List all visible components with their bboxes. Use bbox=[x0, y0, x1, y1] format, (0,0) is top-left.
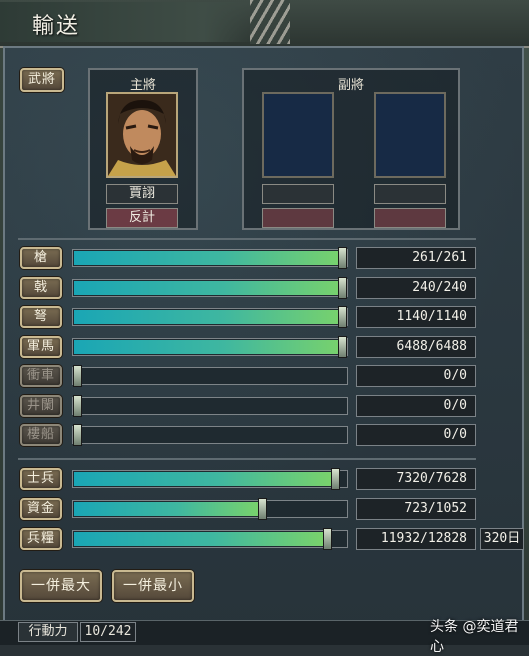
select-general-button[interactable]: 武將 bbox=[20, 68, 64, 92]
divider-mid bbox=[18, 458, 476, 460]
unit-slider-handle[interactable] bbox=[73, 424, 82, 446]
unit-button[interactable]: 弩 bbox=[20, 306, 62, 328]
vice-general-slot-1[interactable] bbox=[262, 92, 334, 178]
resource-slider-fill bbox=[74, 472, 335, 486]
unit-slider[interactable] bbox=[72, 306, 348, 328]
vice-general-skill-2 bbox=[374, 208, 446, 228]
min-all-button[interactable]: 一併最小 bbox=[112, 570, 194, 602]
resource-value: 723/1052 bbox=[356, 498, 476, 520]
unit-slider-handle[interactable] bbox=[73, 365, 82, 387]
resource-value: 7320/7628 bbox=[356, 468, 476, 490]
resource-button[interactable]: 資金 bbox=[20, 498, 62, 520]
unit-slider[interactable] bbox=[72, 335, 348, 358]
vice-general-header: 副將 bbox=[337, 78, 364, 93]
unit-slider-handle[interactable] bbox=[338, 276, 347, 299]
resource-slider[interactable] bbox=[72, 498, 348, 520]
unit-slider[interactable] bbox=[72, 424, 348, 446]
main-general-skill: 反計 bbox=[106, 208, 178, 228]
general-portrait[interactable] bbox=[106, 92, 178, 178]
watermark: 头条 @奕道君心 bbox=[430, 619, 519, 655]
unit-value: 1140/1140 bbox=[356, 306, 476, 328]
unit-slider-handle[interactable] bbox=[338, 247, 347, 269]
unit-value: 0/0 bbox=[356, 424, 476, 446]
title-decoration bbox=[250, 0, 290, 44]
resource-slider[interactable] bbox=[72, 468, 348, 490]
unit-slider-fill bbox=[74, 310, 346, 324]
vice-general-name-1 bbox=[262, 184, 334, 204]
unit-slider-handle[interactable] bbox=[73, 394, 82, 417]
unit-slider[interactable] bbox=[72, 365, 348, 387]
unit-value: 6488/6488 bbox=[356, 335, 476, 358]
resource-button[interactable]: 士兵 bbox=[20, 468, 62, 490]
unit-slider-fill bbox=[74, 339, 346, 354]
resource-slider-fill bbox=[74, 502, 262, 516]
window-title: 輸送 bbox=[32, 14, 81, 39]
divider-top bbox=[18, 238, 476, 240]
title-bar: 輸送 bbox=[0, 0, 529, 48]
vice-general-slot-2[interactable] bbox=[374, 92, 446, 178]
unit-button[interactable]: 井闌 bbox=[20, 394, 62, 417]
unit-button[interactable]: 衝車 bbox=[20, 365, 62, 387]
resource-slider-handle[interactable] bbox=[323, 528, 332, 550]
resource-extra-value: 320日 bbox=[480, 528, 524, 550]
unit-value: 0/0 bbox=[356, 365, 476, 387]
unit-button[interactable]: 戟 bbox=[20, 276, 62, 299]
unit-value: 261/261 bbox=[356, 247, 476, 269]
resource-slider[interactable] bbox=[72, 528, 348, 550]
action-points-value: 10/242 bbox=[80, 622, 136, 642]
main-general-name: 賈詡 bbox=[106, 184, 178, 204]
unit-slider-handle[interactable] bbox=[338, 335, 347, 358]
resource-value: 11932/12828 bbox=[356, 528, 476, 550]
unit-slider-fill bbox=[74, 280, 346, 295]
vice-general-name-2 bbox=[374, 184, 446, 204]
unit-slider[interactable] bbox=[72, 276, 348, 299]
resource-slider-fill bbox=[74, 532, 327, 546]
general-face-icon bbox=[108, 94, 176, 176]
vice-general-skill-1 bbox=[262, 208, 334, 228]
unit-button[interactable]: 槍 bbox=[20, 247, 62, 269]
unit-slider-handle[interactable] bbox=[338, 306, 347, 328]
unit-slider[interactable] bbox=[72, 394, 348, 417]
resource-slider-handle[interactable] bbox=[331, 468, 340, 490]
resource-slider-handle[interactable] bbox=[258, 498, 267, 520]
unit-slider-fill bbox=[74, 251, 346, 265]
resource-button[interactable]: 兵糧 bbox=[20, 528, 62, 550]
action-points-label: 行動力 bbox=[18, 622, 78, 642]
main-general-header: 主將 bbox=[129, 78, 156, 93]
unit-value: 240/240 bbox=[356, 276, 476, 299]
unit-value: 0/0 bbox=[356, 394, 476, 417]
unit-slider[interactable] bbox=[72, 247, 348, 269]
max-all-button[interactable]: 一併最大 bbox=[20, 570, 102, 602]
unit-button[interactable]: 樓船 bbox=[20, 424, 62, 446]
unit-button[interactable]: 軍馬 bbox=[20, 335, 62, 358]
